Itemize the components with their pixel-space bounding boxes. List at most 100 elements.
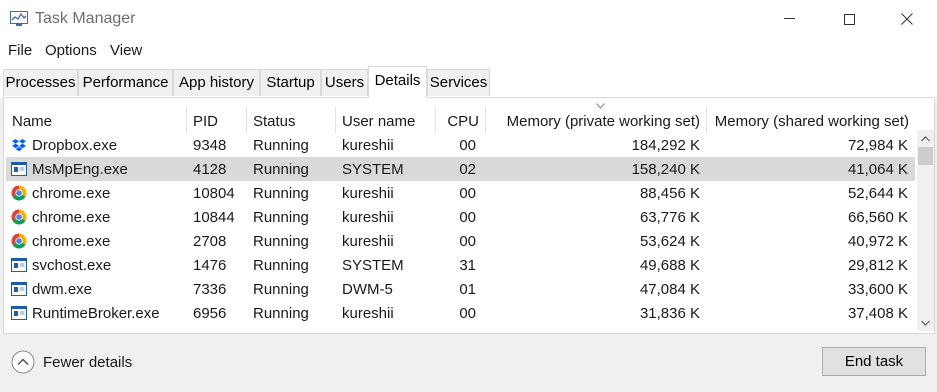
process-user: SYSTEM [342, 257, 404, 274]
process-name: chrome.exe [32, 209, 111, 226]
process-user: kureshii [342, 209, 394, 226]
window-title: Task Manager [35, 10, 136, 27]
process-user: DWM-5 [342, 281, 393, 298]
process-cpu: 01 [459, 281, 476, 298]
process-pid: 9348 [193, 137, 227, 154]
process-memory-private: 63,776 K [639, 209, 700, 226]
process-cpu: 02 [459, 161, 476, 178]
scroll-up-button[interactable] [917, 130, 934, 147]
process-name: svchost.exe [32, 257, 112, 274]
close-icon [901, 13, 913, 25]
menu-file[interactable]: File [8, 42, 32, 59]
process-memory-shared: 37,408 K [847, 305, 908, 322]
menu-view[interactable]: View [110, 42, 142, 59]
process-memory-private: 158,240 K [631, 161, 700, 178]
table-row[interactable]: dwm.exe 7336 Running DWM-5 01 47,084 K 33,600 … [6, 277, 915, 301]
table-body: Dropbox.exe 9348 Running kureshii 00 184,292 … [6, 133, 915, 325]
table-row[interactable]: Dropbox.exe 9348 Running kureshii 00 184,292 … [6, 133, 915, 157]
process-status: Running [253, 185, 309, 202]
process-name: MsMpEng.exe [32, 161, 128, 178]
minimize-icon [783, 18, 795, 19]
fewer-details-link[interactable]: Fewer details [43, 354, 132, 371]
column-header-pid[interactable]: PID [187, 107, 247, 133]
collapse-chevron-icon[interactable] [11, 350, 35, 374]
tab-strip: Processes Performance App history Startu… [0, 64, 937, 98]
tab-performance[interactable]: Performance [78, 69, 173, 96]
process-memory-shared: 41,064 K [847, 161, 908, 178]
process-table: Name PID Status User name CPU Memory (pr… [6, 103, 915, 325]
process-pid: 1476 [193, 257, 227, 274]
table-row[interactable]: MsMpEng.exe 4128 Running SYSTEM 02 158,240 K 4… [6, 157, 915, 181]
tab-services[interactable]: Services [427, 69, 490, 96]
process-name: chrome.exe [32, 233, 111, 250]
process-pid: 10804 [193, 185, 235, 202]
process-memory-private: 47,084 K [639, 281, 700, 298]
table-header: Name PID Status User name CPU Memory (pr… [6, 103, 915, 133]
table-row[interactable]: RuntimeBroker.exe 6956 Running kureshii 00 31… [6, 301, 915, 325]
menu-options[interactable]: Options [45, 42, 97, 59]
table-row[interactable]: svchost.exe 1476 Running SYSTEM 31 49,688 K 29… [6, 253, 915, 277]
process-cpu: 00 [459, 305, 476, 322]
column-header-memory-shared[interactable]: Memory (shared working set) [707, 107, 915, 133]
close-button[interactable] [884, 0, 930, 38]
process-pid: 6956 [193, 305, 227, 322]
scrollbar-thumb[interactable] [918, 147, 933, 165]
table-row[interactable]: chrome.exe 10804 Running kureshii 00 88,456 K… [6, 181, 915, 205]
tab-details[interactable]: Details [368, 66, 427, 98]
tab-app-history[interactable]: App history [173, 69, 260, 96]
title-bar: Task Manager [0, 0, 937, 38]
process-memory-shared: 33,600 K [847, 281, 908, 298]
process-memory-shared: 52,644 K [847, 185, 908, 202]
chevron-up-icon [921, 135, 930, 141]
process-memory-private: 31,836 K [639, 305, 700, 322]
column-header-user-name[interactable]: User name [336, 107, 436, 133]
scroll-down-button[interactable] [917, 314, 934, 331]
column-header-name[interactable]: Name [6, 107, 187, 133]
menu-bar: File Options View [0, 38, 937, 64]
process-cpu: 00 [459, 185, 476, 202]
process-memory-private: 53,624 K [639, 233, 700, 250]
process-memory-private: 88,456 K [639, 185, 700, 202]
process-user: kureshii [342, 185, 394, 202]
maximize-button[interactable] [826, 0, 872, 38]
process-name: dwm.exe [32, 281, 93, 298]
process-status: Running [253, 305, 309, 322]
process-pid: 4128 [193, 161, 227, 178]
process-user: kureshii [342, 233, 394, 250]
minimize-button[interactable] [766, 0, 812, 38]
task-manager-icon [10, 11, 28, 26]
process-pid: 2708 [193, 233, 227, 250]
process-pid: 10844 [193, 209, 235, 226]
process-memory-shared: 72,984 K [847, 137, 908, 154]
process-status: Running [253, 137, 309, 154]
process-user: SYSTEM [342, 161, 404, 178]
table-row[interactable]: chrome.exe 10844 Running kureshii 00 63,776 K… [6, 205, 915, 229]
process-memory-shared: 29,812 K [847, 257, 908, 274]
column-header-status[interactable]: Status [247, 107, 336, 133]
column-header-memory-private[interactable]: Memory (private working set) [486, 107, 707, 133]
end-task-button[interactable]: End task [822, 347, 926, 376]
tab-startup[interactable]: Startup [260, 69, 321, 96]
process-memory-private: 49,688 K [639, 257, 700, 274]
sort-descending-icon [596, 103, 605, 109]
process-pid: 7336 [193, 281, 227, 298]
process-status: Running [253, 257, 309, 274]
details-panel: Name PID Status User name CPU Memory (pr… [3, 97, 935, 334]
process-cpu: 00 [459, 233, 476, 250]
process-cpu: 00 [459, 209, 476, 226]
process-status: Running [253, 209, 309, 226]
column-header-cpu[interactable]: CPU [436, 107, 486, 133]
process-user: kureshii [342, 305, 394, 322]
process-name: RuntimeBroker.exe [32, 305, 160, 322]
process-name: chrome.exe [32, 185, 111, 202]
tab-users[interactable]: Users [321, 69, 368, 96]
table-row[interactable]: chrome.exe 2708 Running kureshii 00 53,624 K 4… [6, 229, 915, 253]
process-memory-shared: 66,560 K [847, 209, 908, 226]
process-memory-private: 184,292 K [631, 137, 700, 154]
process-status: Running [253, 281, 309, 298]
vertical-scrollbar[interactable] [917, 130, 934, 331]
tab-processes[interactable]: Processes [3, 69, 78, 96]
maximize-icon [843, 13, 855, 25]
process-memory-shared: 40,972 K [847, 233, 908, 250]
process-status: Running [253, 233, 309, 250]
